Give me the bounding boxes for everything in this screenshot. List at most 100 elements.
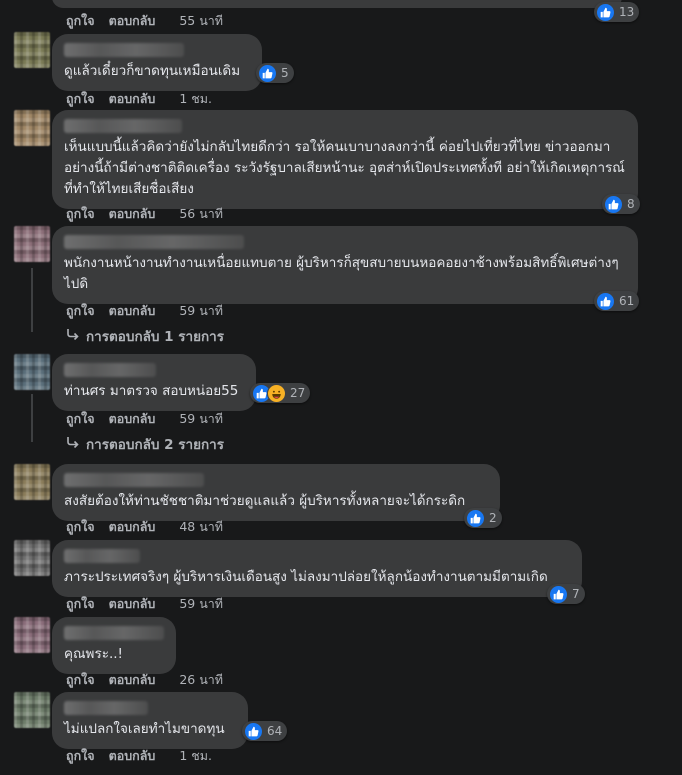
reply-arrow-icon: [66, 436, 80, 452]
author-name-redacted[interactable]: [64, 626, 164, 640]
like-link[interactable]: ถูกใจ: [66, 89, 95, 109]
comment-bubble: คุณพระ..!: [52, 617, 176, 674]
comment-text: สงสัยต้องให้ท่านชัชชาติมาช่วยดูแลแล้ว ผู…: [64, 493, 466, 509]
reply-arrow-icon: [66, 328, 80, 344]
comment-time[interactable]: 26 นาที: [179, 670, 223, 690]
reaction-summary[interactable]: 2: [464, 508, 502, 528]
reaction-summary[interactable]: 64: [242, 721, 288, 741]
comment-time[interactable]: 59 นาที: [179, 594, 223, 614]
reply-link[interactable]: ตอบกลับ: [109, 11, 156, 31]
reply-link[interactable]: ตอบกลับ: [109, 670, 156, 690]
thumbs-up-icon: [244, 721, 263, 741]
reaction-summary[interactable]: 7: [547, 584, 585, 604]
avatar[interactable]: [14, 226, 50, 262]
comment-time[interactable]: 48 นาที: [179, 517, 223, 537]
comment-text: พนักงานหน้างานทำงานเหนื่อยแทบตาย ผู้บริห…: [64, 255, 619, 292]
reaction-count: 13: [619, 5, 635, 19]
comment-actions: ถูกใจ ตอบกลับ 59 นาที: [66, 594, 223, 614]
avatar[interactable]: [14, 617, 50, 653]
comment-time[interactable]: 55 นาที: [179, 11, 223, 31]
like-link[interactable]: ถูกใจ: [66, 409, 95, 429]
thumbs-up-icon: [258, 63, 277, 83]
avatar[interactable]: [14, 110, 50, 146]
author-name-redacted[interactable]: [64, 363, 156, 377]
avatar[interactable]: [14, 464, 50, 500]
like-link[interactable]: ถูกใจ: [66, 670, 95, 690]
comment-bubble: ไม่แปลกใจเลยทำไมขาดทุน: [52, 692, 248, 749]
reaction-count: 64: [267, 724, 283, 738]
comment-time[interactable]: 56 นาที: [179, 204, 223, 224]
comment-time[interactable]: 1 ชม.: [179, 746, 212, 766]
replies-count-label: การตอบกลับ 2 รายการ: [86, 437, 225, 453]
author-name-redacted[interactable]: [64, 119, 182, 133]
comment-actions: ถูกใจ ตอบกลับ 48 นาที: [66, 517, 223, 537]
like-link[interactable]: ถูกใจ: [66, 594, 95, 614]
thumbs-up-icon: [596, 291, 615, 311]
comment-actions: ถูกใจ ตอบกลับ 1 ชม.: [66, 746, 212, 766]
reaction-summary[interactable]: 27: [250, 383, 311, 403]
comment-actions: ถูกใจ ตอบกลับ 26 นาที: [66, 670, 223, 690]
comment-actions: ถูกใจ ตอบกลับ 1 ชม.: [66, 89, 212, 109]
comment-actions: ถูกใจ ตอบกลับ 55 นาที: [66, 11, 223, 31]
comment-actions: ถูกใจ ตอบกลับ 59 นาที: [66, 409, 223, 429]
thread-line: [31, 394, 33, 442]
reaction-summary[interactable]: 5: [256, 63, 294, 83]
comment-text: ดูแล้วเดี๋ยวก็ขาดทุนเหมือนเดิม: [64, 63, 241, 79]
author-name-redacted[interactable]: [64, 549, 140, 563]
comment-time[interactable]: 59 นาที: [179, 301, 223, 321]
thumbs-up-icon: [596, 2, 615, 22]
replies-count-label: การตอบกลับ 1 รายการ: [86, 329, 225, 345]
avatar[interactable]: [14, 692, 50, 728]
author-name-redacted[interactable]: [64, 701, 148, 715]
reaction-summary[interactable]: 13: [594, 2, 640, 22]
reply-link[interactable]: ตอบกลับ: [109, 301, 156, 321]
comment-text: ท่านศร มาตรวจ สอบหน่อย55: [64, 383, 239, 399]
reaction-summary[interactable]: 8: [602, 194, 640, 214]
reaction-count: 5: [281, 66, 289, 80]
comment-bubble: ภาระประเทศจริงๆ ผู้บริหารเงินเดือนสูง ไม…: [52, 540, 582, 597]
thumbs-up-icon: [549, 584, 568, 604]
like-link[interactable]: ถูกใจ: [66, 301, 95, 321]
comment-bubble: ดูแล้วเดี๋ยวก็ขาดทุนเหมือนเดิม: [52, 34, 262, 91]
author-name-redacted[interactable]: [64, 235, 244, 249]
comment-text: เห็นแบบนี้แล้วคิดว่ายังไม่กลับไทยดีกว่า …: [64, 139, 625, 197]
reply-link[interactable]: ตอบกลับ: [109, 594, 156, 614]
comment-actions: ถูกใจ ตอบกลับ 56 นาที: [66, 204, 223, 224]
reply-link[interactable]: ตอบกลับ: [109, 204, 156, 224]
author-name-redacted[interactable]: [64, 43, 184, 57]
laughing-face-icon: [267, 383, 286, 403]
comment-text: ภาระประเทศจริงๆ ผู้บริหารเงินเดือนสูง ไม…: [64, 569, 548, 585]
like-link[interactable]: ถูกใจ: [66, 11, 95, 31]
like-link[interactable]: ถูกใจ: [66, 517, 95, 537]
avatar[interactable]: [14, 354, 50, 390]
comment-actions: ถูกใจ ตอบกลับ 59 นาที: [66, 301, 223, 321]
reaction-count: 8: [627, 197, 635, 211]
comment-time[interactable]: 1 ชม.: [179, 89, 212, 109]
comment-time[interactable]: 59 นาที: [179, 409, 223, 429]
view-replies-link[interactable]: การตอบกลับ 2 รายการ: [66, 433, 224, 455]
reaction-count: 61: [619, 294, 635, 308]
reaction-count: 7: [572, 587, 580, 601]
previous-comment-bubble: [52, 0, 622, 8]
comment-text: คุณพระ..!: [64, 646, 123, 662]
avatar[interactable]: [14, 540, 50, 576]
comment-bubble: พนักงานหน้างานทำงานเหนื่อยแทบตาย ผู้บริห…: [52, 226, 638, 304]
like-link[interactable]: ถูกใจ: [66, 204, 95, 224]
reply-link[interactable]: ตอบกลับ: [109, 746, 156, 766]
comment-bubble: เห็นแบบนี้แล้วคิดว่ายังไม่กลับไทยดีกว่า …: [52, 110, 638, 209]
reaction-count: 2: [489, 511, 497, 525]
reaction-count: 27: [290, 386, 306, 400]
author-name-redacted[interactable]: [64, 473, 204, 487]
reaction-summary[interactable]: 61: [594, 291, 640, 311]
thumbs-up-icon: [604, 194, 623, 214]
view-replies-link[interactable]: การตอบกลับ 1 รายการ: [66, 325, 224, 347]
reply-link[interactable]: ตอบกลับ: [109, 409, 156, 429]
reply-link[interactable]: ตอบกลับ: [109, 89, 156, 109]
comment-bubble: สงสัยต้องให้ท่านชัชชาติมาช่วยดูแลแล้ว ผู…: [52, 464, 500, 521]
comment-bubble: ท่านศร มาตรวจ สอบหน่อย55: [52, 354, 256, 411]
thumbs-up-icon: [466, 508, 485, 528]
like-link[interactable]: ถูกใจ: [66, 746, 95, 766]
reply-link[interactable]: ตอบกลับ: [109, 517, 156, 537]
comment-text: ไม่แปลกใจเลยทำไมขาดทุน: [64, 721, 225, 737]
avatar[interactable]: [14, 32, 50, 68]
